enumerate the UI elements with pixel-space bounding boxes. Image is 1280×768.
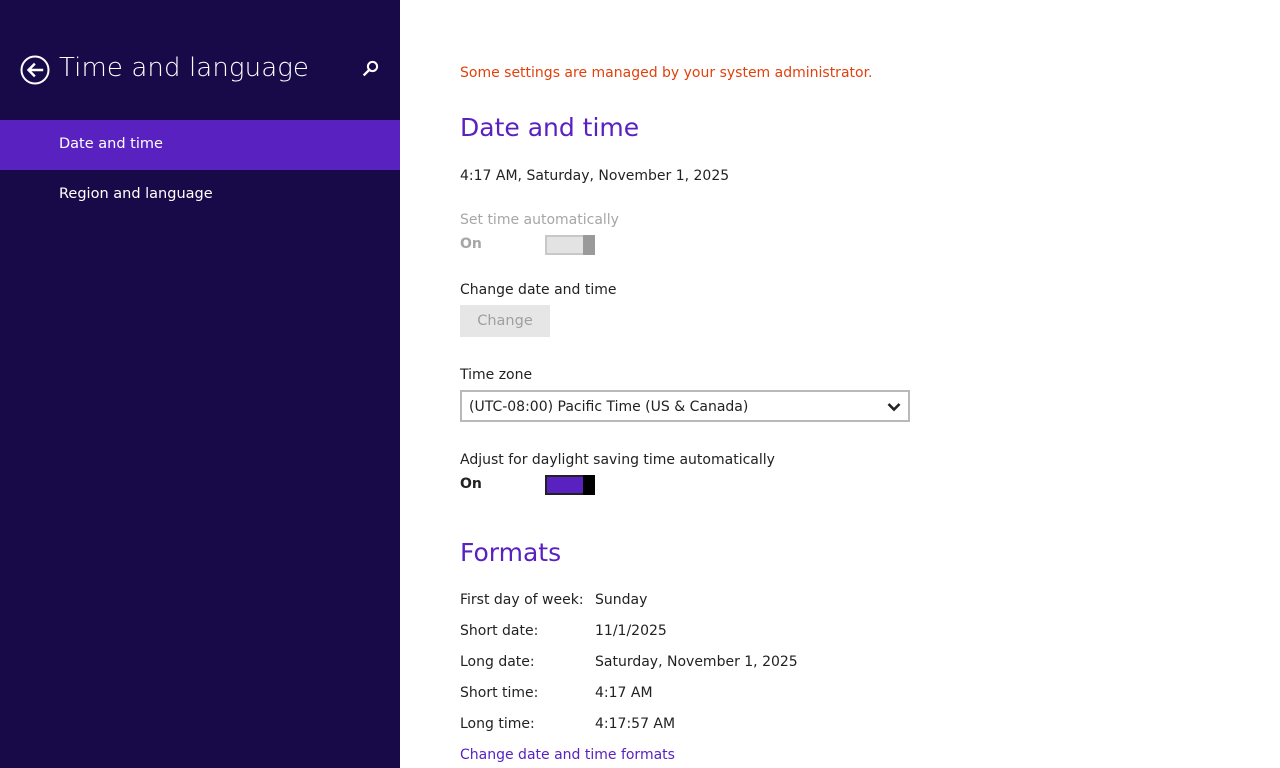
change-formats-link[interactable]: Change date and time formats <box>460 747 675 763</box>
time-zone-select[interactable]: (UTC-08:00) Pacific Time (US & Canada) <box>460 390 910 422</box>
format-label: Long time: <box>460 716 535 732</box>
format-label: Short time: <box>460 685 539 701</box>
format-value: 4:17:57 AM <box>595 716 676 732</box>
change-button[interactable]: Change <box>460 305 550 337</box>
set-time-auto-state: On <box>460 236 482 252</box>
format-label: Short date: <box>460 623 539 639</box>
sidebar-item-region-and-language[interactable]: Region and language <box>0 170 400 220</box>
sidebar-item-date-and-time[interactable]: Date and time <box>0 120 400 170</box>
time-zone-value: (UTC-08:00) Pacific Time (US & Canada) <box>469 399 749 415</box>
format-value: 4:17 AM <box>595 685 653 701</box>
set-time-auto-label: Set time automatically <box>460 212 619 228</box>
back-arrow-circle-icon[interactable] <box>20 55 50 85</box>
admin-notice: Some settings are managed by your system… <box>460 65 873 81</box>
format-value: 11/1/2025 <box>595 623 667 639</box>
sidebar: Time and language Date and time Region a… <box>0 0 400 768</box>
formats-heading: Formats <box>460 538 562 567</box>
chevron-down-icon <box>886 399 902 413</box>
change-date-time-label: Change date and time <box>460 282 617 298</box>
current-date-time: 4:17 AM, Saturday, November 1, 2025 <box>460 168 730 184</box>
set-time-auto-toggle[interactable] <box>545 235 595 255</box>
format-value: Saturday, November 1, 2025 <box>595 654 798 670</box>
toggle-thumb <box>583 475 595 495</box>
date-time-heading: Date and time <box>460 113 640 142</box>
format-label: Long date: <box>460 654 535 670</box>
search-icon[interactable] <box>360 58 382 80</box>
time-zone-label: Time zone <box>460 367 533 383</box>
page-title: Time and language <box>59 53 310 83</box>
dst-state: On <box>460 476 482 492</box>
dst-label: Adjust for daylight saving time automati… <box>460 452 775 468</box>
dst-toggle[interactable] <box>545 475 595 495</box>
format-value: Sunday <box>595 592 648 608</box>
toggle-thumb <box>583 235 595 255</box>
format-label: First day of week: <box>460 592 584 608</box>
sidebar-header: Time and language <box>0 0 400 120</box>
sidebar-item-label: Date and time <box>59 136 163 152</box>
sidebar-item-label: Region and language <box>59 186 213 202</box>
main-content: Some settings are managed by your system… <box>400 0 1280 768</box>
